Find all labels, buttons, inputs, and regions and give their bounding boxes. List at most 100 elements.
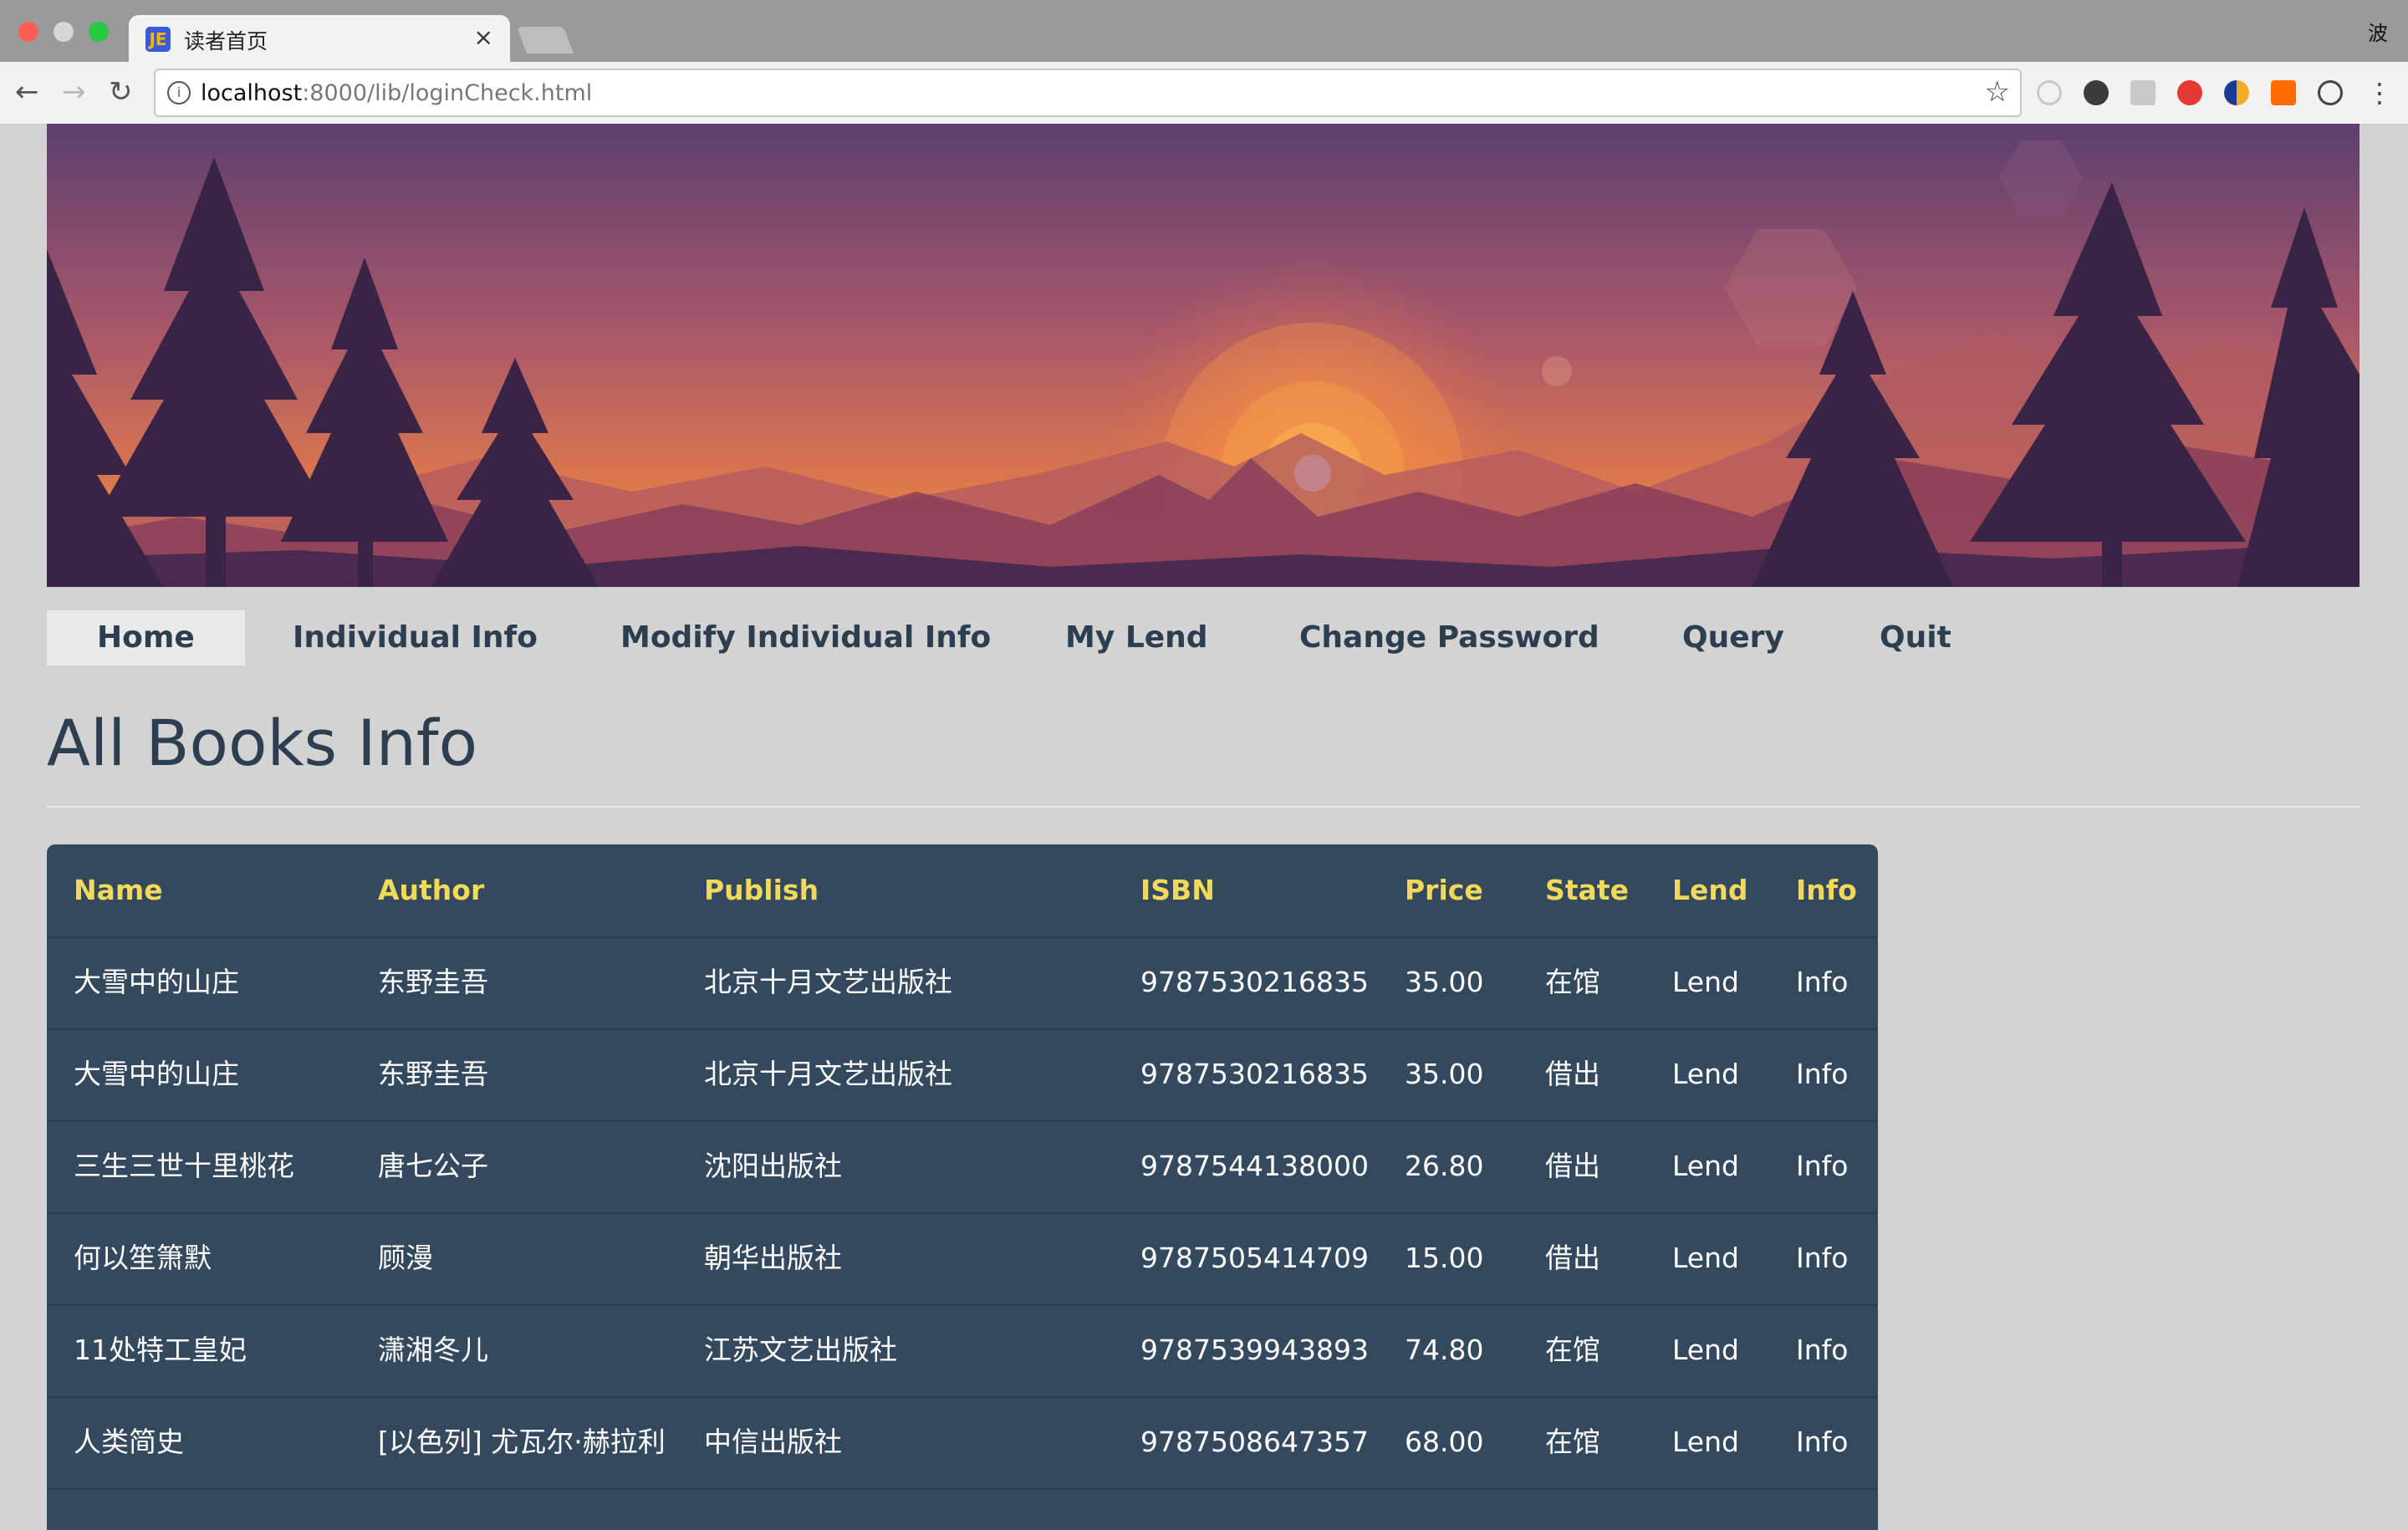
books-table: Name Author Publish ISBN Price State Len…: [47, 844, 1878, 1530]
browser-toolbar: ← → ↻ i localhost:8000/lib/loginCheck.ht…: [0, 62, 2408, 125]
cell-publish: 江苏文艺出版社: [704, 1334, 897, 1366]
cell-publish: 北京十月文艺出版社: [704, 1058, 952, 1090]
extension-moon-icon[interactable]: [2224, 80, 2249, 105]
cell-state: 在馆: [1545, 966, 1600, 998]
extension-play-icon[interactable]: [2037, 80, 2062, 105]
main-navigation: Home Individual Info Modify Individual I…: [47, 610, 2360, 666]
nav-quit[interactable]: Quit: [1829, 610, 2002, 666]
column-header-info: Info: [1796, 874, 1857, 906]
table-header-row: Name Author Publish ISBN Price State Len…: [47, 844, 1878, 938]
cell-state: 借出: [1545, 1242, 1600, 1274]
nav-my-lend[interactable]: My Lend: [1015, 610, 1258, 666]
cell-author: 潇湘冬儿: [378, 1334, 488, 1366]
cell-name: 大雪中的山庄: [74, 1058, 239, 1090]
info-icon[interactable]: i: [167, 81, 191, 105]
cell-price: 68.00: [1405, 1425, 1484, 1458]
table-row: 何以笙箫默 顾漫 朝华出版社 9787505414709 15.00 借出 Le…: [47, 1212, 1878, 1306]
cell-price: 74.80: [1405, 1334, 1484, 1366]
cell-isbn: 9787508647357: [1140, 1425, 1369, 1458]
profile-button[interactable]: 波: [2368, 17, 2388, 46]
column-header-state: State: [1545, 874, 1629, 906]
cell-isbn: 9787505414709: [1140, 1242, 1369, 1274]
cell-name: 11处特工皇妃: [74, 1334, 247, 1366]
reload-icon[interactable]: ↻: [109, 75, 133, 109]
cell-state: 在馆: [1545, 1425, 1600, 1458]
lend-link[interactable]: Lend: [1672, 1120, 1739, 1212]
tab-title: 读者首页: [184, 29, 268, 54]
column-header-price: Price: [1405, 874, 1483, 906]
table-row: 人类简史 [以色列] 尤瓦尔·赫拉利 中信出版社 9787508647357 6…: [47, 1396, 1878, 1490]
nav-modify-individual-info[interactable]: Modify Individual Info: [570, 610, 1041, 666]
cell-price: 35.00: [1405, 1058, 1484, 1090]
cell-isbn: 9787544138000: [1140, 1150, 1369, 1182]
window-minimize-button[interactable]: [54, 22, 74, 42]
extension-info-icon[interactable]: [2318, 80, 2343, 105]
info-link[interactable]: Info: [1796, 1212, 1848, 1304]
cell-state: 在馆: [1545, 1334, 1600, 1366]
page-title: All Books Info: [47, 706, 478, 780]
url-host: localhost: [201, 80, 303, 106]
nav-individual-info[interactable]: Individual Info: [242, 610, 588, 666]
cell-state: 借出: [1545, 1150, 1600, 1182]
table-row: 大雪中的山庄 东野圭吾 北京十月文艺出版社 9787530216835 35.0…: [47, 1028, 1878, 1122]
table-row: 三生三世十里桃花 唐七公子 沈阳出版社 9787544138000 26.80 …: [47, 1120, 1878, 1214]
info-link[interactable]: Info: [1796, 1120, 1848, 1212]
cell-publish: 北京十月文艺出版社: [704, 966, 952, 998]
lend-link[interactable]: Lend: [1672, 1304, 1739, 1396]
cell-price: 15.00: [1405, 1242, 1484, 1274]
extension-opera-icon[interactable]: [2177, 80, 2202, 105]
browser-tab[interactable]: JE 读者首页 ×: [129, 15, 510, 62]
cell-state: 借出: [1545, 1058, 1600, 1090]
extension-puzzle-icon[interactable]: [2130, 80, 2155, 105]
column-header-lend: Lend: [1672, 874, 1748, 906]
column-header-isbn: ISBN: [1140, 874, 1215, 906]
cell-author: 唐七公子: [378, 1150, 488, 1182]
cell-author: 东野圭吾: [378, 1058, 488, 1090]
info-link[interactable]: Info: [1796, 1028, 1848, 1120]
cell-author: [以色列] 尤瓦尔·赫拉利: [378, 1425, 666, 1458]
cell-publish: 朝华出版社: [704, 1242, 842, 1274]
nav-home[interactable]: Home: [47, 610, 245, 666]
nav-query[interactable]: Query: [1632, 610, 1834, 666]
cell-isbn: 9787530216835: [1140, 1058, 1369, 1090]
browser-tab-bar: JE 读者首页 × 波: [0, 0, 2408, 62]
forward-icon[interactable]: →: [62, 75, 86, 109]
new-tab-button[interactable]: [517, 27, 574, 54]
menu-icon[interactable]: ⋮: [2366, 77, 2393, 109]
cell-name: 何以笙箫默: [74, 1242, 212, 1274]
address-bar[interactable]: i localhost:8000/lib/loginCheck.html ☆: [154, 69, 2022, 117]
window-maximize-button[interactable]: [89, 22, 109, 42]
lend-link[interactable]: Lend: [1672, 1212, 1739, 1304]
star-icon[interactable]: ☆: [1985, 75, 2010, 109]
cell-publish: 沈阳出版社: [704, 1150, 842, 1182]
close-icon[interactable]: ×: [474, 23, 493, 51]
window-close-button[interactable]: [18, 22, 38, 42]
cell-author: 顾漫: [378, 1242, 433, 1274]
cell-price: 26.80: [1405, 1150, 1484, 1182]
table-row: 大雪中的山庄 东野圭吾 北京十月文艺出版社 9787530216835 35.0…: [47, 936, 1878, 1030]
info-link[interactable]: Info: [1796, 1304, 1848, 1396]
lend-link[interactable]: Lend: [1672, 1396, 1739, 1488]
table-row: 11处特工皇妃 潇湘冬儿 江苏文艺出版社 9787539943893 74.80…: [47, 1304, 1878, 1398]
column-header-author: Author: [378, 874, 485, 906]
cell-name: 三生三世十里桃花: [74, 1150, 294, 1182]
cell-name: 人类简史: [74, 1425, 184, 1458]
column-header-name: Name: [74, 874, 163, 906]
lend-link[interactable]: Lend: [1672, 936, 1739, 1028]
info-link[interactable]: Info: [1796, 1396, 1848, 1488]
lend-link[interactable]: Lend: [1672, 1028, 1739, 1120]
url-path: :8000/lib/loginCheck.html: [302, 80, 593, 106]
cell-isbn: 9787530216835: [1140, 966, 1369, 998]
back-icon[interactable]: ←: [15, 75, 39, 109]
cell-isbn: 9787539943893: [1140, 1334, 1369, 1366]
cell-author: 东野圭吾: [378, 966, 488, 998]
extension-tool-icon[interactable]: [2271, 80, 2296, 105]
info-link[interactable]: Info: [1796, 936, 1848, 1028]
column-header-publish: Publish: [704, 874, 819, 906]
heading-divider: [47, 806, 2360, 808]
extension-evernote-icon[interactable]: [2084, 80, 2109, 105]
nav-change-password[interactable]: Change Password: [1249, 610, 1650, 666]
url-text[interactable]: localhost:8000/lib/loginCheck.html: [201, 80, 592, 106]
cell-name: 大雪中的山庄: [74, 966, 239, 998]
header-banner-image: [47, 124, 2360, 587]
